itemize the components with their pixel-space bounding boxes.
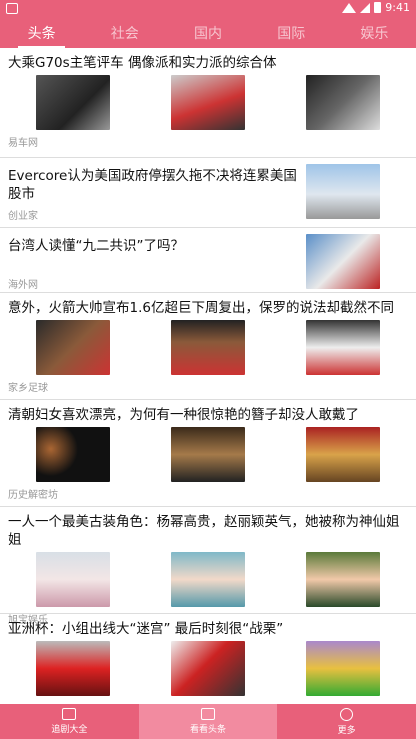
article-image	[171, 75, 245, 130]
article-source: 创业家	[8, 211, 38, 222]
nav-label: 看看头条	[190, 725, 227, 735]
article-image	[306, 427, 380, 482]
news-feed[interactable]: 大乘G70s主笔评车 偶像派和实力派的综合体 易车网 Evercore认为美国政…	[0, 48, 416, 713]
article-image	[306, 164, 380, 219]
nav-label: 追剧大全	[51, 725, 88, 735]
article-title: 意外，火箭大帅宣布1.6亿超巨下周复出，保罗的说法却截然不同	[8, 300, 394, 316]
article-image	[306, 75, 380, 130]
article-title: 清朝妇女喜欢漂亮，为何有一种很惊艳的簪子却没人敢戴了	[8, 407, 359, 423]
list-item[interactable]: 大乘G70s主笔评车 偶像派和实力派的综合体 易车网	[0, 48, 416, 158]
status-time: 9:41	[385, 1, 410, 14]
list-item[interactable]: 清朝妇女喜欢漂亮，为何有一种很惊艳的簪子却没人敢戴了 历史解密坊	[0, 400, 416, 507]
tab-society[interactable]: 社会	[83, 18, 166, 48]
status-bar: 9:41	[0, 0, 416, 18]
nav-headlines[interactable]: 看看头条	[138, 704, 278, 739]
article-image	[306, 641, 380, 696]
list-item[interactable]: 台湾人读懂“九二共识”了吗？ 海外网	[0, 228, 416, 293]
article-image	[36, 427, 110, 482]
list-item[interactable]: 意外，火箭大帅宣布1.6亿超巨下周复出，保罗的说法却截然不同 家乡足球	[0, 293, 416, 400]
battery-icon	[374, 2, 382, 13]
article-title: 亚洲杯：小组出线大“迷宫” 最后时刻很“战栗”	[8, 621, 284, 637]
tv-icon	[62, 708, 77, 720]
list-item[interactable]: 一人一个最美古装角色：杨幂高贵，赵丽颖英气，她被称为神仙姐姐 旭宝娱乐	[0, 507, 416, 626]
article-source: 历史解密坊	[8, 490, 58, 501]
app-notification-icon	[6, 3, 18, 14]
article-source: 海外网	[8, 280, 38, 291]
article-source: 家乡足球	[8, 383, 48, 394]
tab-headlines[interactable]: 头条	[0, 18, 83, 48]
tab-international[interactable]: 国际	[250, 18, 333, 48]
article-image	[36, 75, 110, 130]
article-source: 易车网	[8, 138, 38, 149]
article-image	[306, 320, 380, 375]
tab-domestic[interactable]: 国内	[166, 18, 249, 48]
wifi-icon	[342, 2, 357, 13]
article-image	[36, 320, 110, 375]
bottom-nav: 追剧大全 看看头条 更多	[0, 704, 416, 739]
nav-tv-series[interactable]: 追剧大全	[0, 704, 139, 739]
article-title: 一人一个最美古装角色：杨幂高贵，赵丽颖英气，她被称为神仙姐姐	[8, 514, 400, 548]
tab-entertainment[interactable]: 娱乐	[333, 18, 416, 48]
article-image	[36, 641, 110, 696]
article-image	[171, 552, 245, 607]
article-image	[171, 427, 245, 482]
article-title: 台湾人读懂“九二共识”了吗？	[8, 238, 184, 254]
nav-more[interactable]: 更多	[277, 704, 416, 739]
signal-icon	[360, 2, 371, 13]
news-icon	[201, 708, 215, 720]
article-image	[171, 641, 245, 696]
article-title: Evercore认为美国政府停摆久拖不决将连累美国股市	[8, 168, 297, 202]
more-icon	[340, 707, 354, 721]
list-item[interactable]: 亚洲杯：小组出线大“迷宫” 最后时刻很“战栗”	[0, 614, 416, 704]
article-image	[171, 320, 245, 375]
article-image	[306, 234, 380, 289]
article-image	[36, 552, 110, 607]
list-item[interactable]: Evercore认为美国政府停摆久拖不决将连累美国股市 创业家	[0, 158, 416, 228]
article-image	[306, 552, 380, 607]
nav-label: 更多	[337, 725, 356, 736]
category-tabs: 头条 社会 国内 国际 娱乐	[0, 18, 416, 48]
article-title: 大乘G70s主笔评车 偶像派和实力派的综合体	[8, 55, 277, 71]
